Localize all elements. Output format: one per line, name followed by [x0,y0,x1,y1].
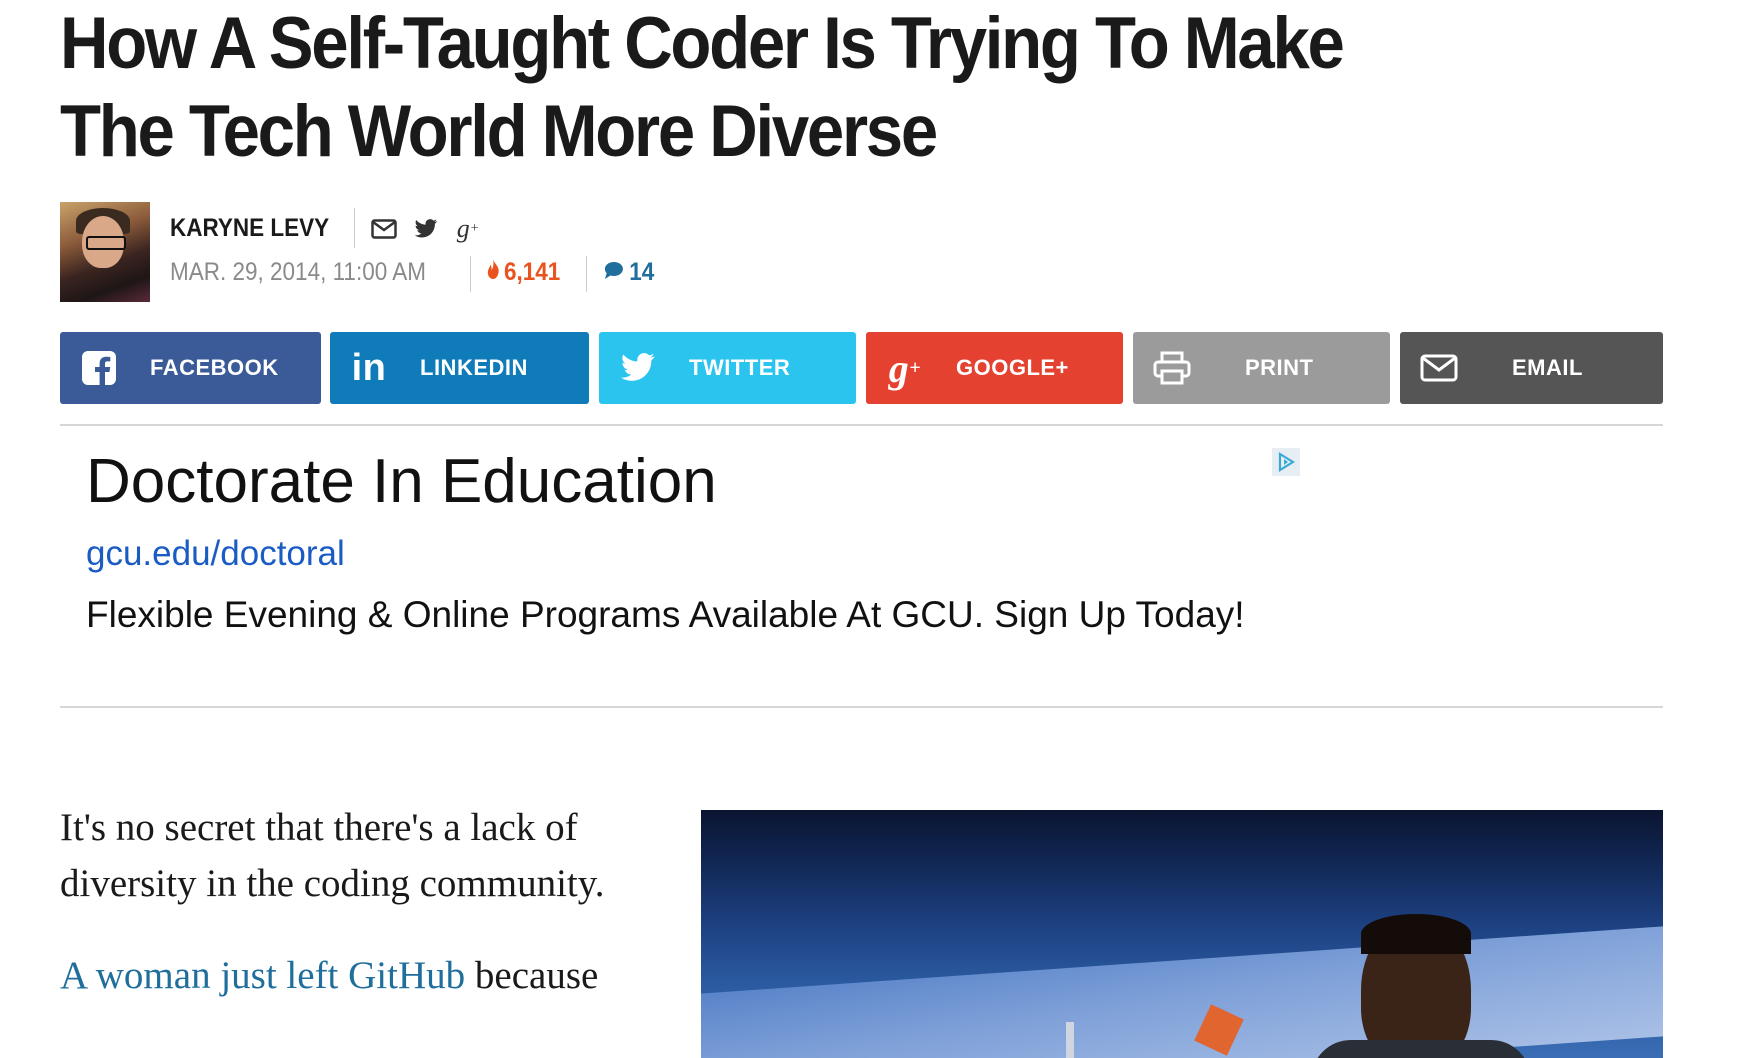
email-button[interactable]: EMAIL [1400,332,1663,404]
google-plus-icon: g + [888,345,922,391]
print-label: PRINT [1245,355,1314,380]
divider [586,256,587,292]
ad-url-link[interactable]: gcu.edu/doctoral [86,534,345,574]
view-count: 6,141 [486,258,560,287]
share-twitter-button[interactable]: TWITTER [599,332,856,404]
share-facebook-label: FACEBOOK [150,355,279,380]
share-google-plus-label: GOOGLE+ [956,355,1069,380]
speech-bubble-icon [604,258,624,287]
share-linkedin-label: LINKEDIN [420,355,528,380]
share-linkedin-button[interactable]: in LINKEDIN [330,332,589,404]
linkedin-icon: in [351,346,387,389]
ad-description[interactable]: Flexible Evening & Online Programs Avail… [86,590,1246,640]
view-count-value: 6,141 [504,258,561,286]
google-plus-icon[interactable]: g + [454,214,482,243]
share-google-plus-button[interactable]: g + GOOGLE+ [866,332,1123,404]
article-body: It's no secret that there's a lack of di… [60,800,660,1040]
article-hero-image [701,810,1663,1058]
ad-headline[interactable]: Doctorate In Education [86,446,717,517]
divider [60,424,1663,426]
paragraph-text: because [465,954,599,997]
github-article-link[interactable]: A woman just left GitHub [60,954,465,997]
email-label: EMAIL [1512,355,1583,380]
article-headline: How A Self-Taught Coder Is Trying To Mak… [60,3,1345,172]
envelope-icon [1416,345,1462,391]
author-avatar[interactable] [60,202,150,302]
paragraph: It's no secret that there's a lack of di… [60,806,605,905]
print-button[interactable]: PRINT [1133,332,1390,404]
ad-choices-icon[interactable] [1272,448,1300,476]
divider [354,208,355,248]
share-twitter-label: TWITTER [689,355,791,380]
share-bar: FACEBOOK in LINKEDIN TWITTER g + GOOGLE+ … [60,332,1663,404]
printer-icon [1149,345,1195,391]
flame-icon [486,258,500,287]
comment-count[interactable]: 14 [604,258,654,287]
divider [470,256,471,292]
author-name[interactable]: KARYNE LEVY [170,214,329,243]
twitter-bird-icon[interactable] [412,216,440,242]
publish-date: MAR. 29, 2014, 11:00 AM [170,258,426,286]
envelope-icon[interactable] [370,216,398,242]
twitter-bird-icon [615,345,661,391]
divider [60,706,1663,708]
author-contact-icons: g + [370,214,482,243]
paragraph: A woman just left GitHub because [60,948,660,1004]
facebook-icon [76,345,122,391]
share-facebook-button[interactable]: FACEBOOK [60,332,321,404]
comment-count-value: 14 [629,258,655,286]
